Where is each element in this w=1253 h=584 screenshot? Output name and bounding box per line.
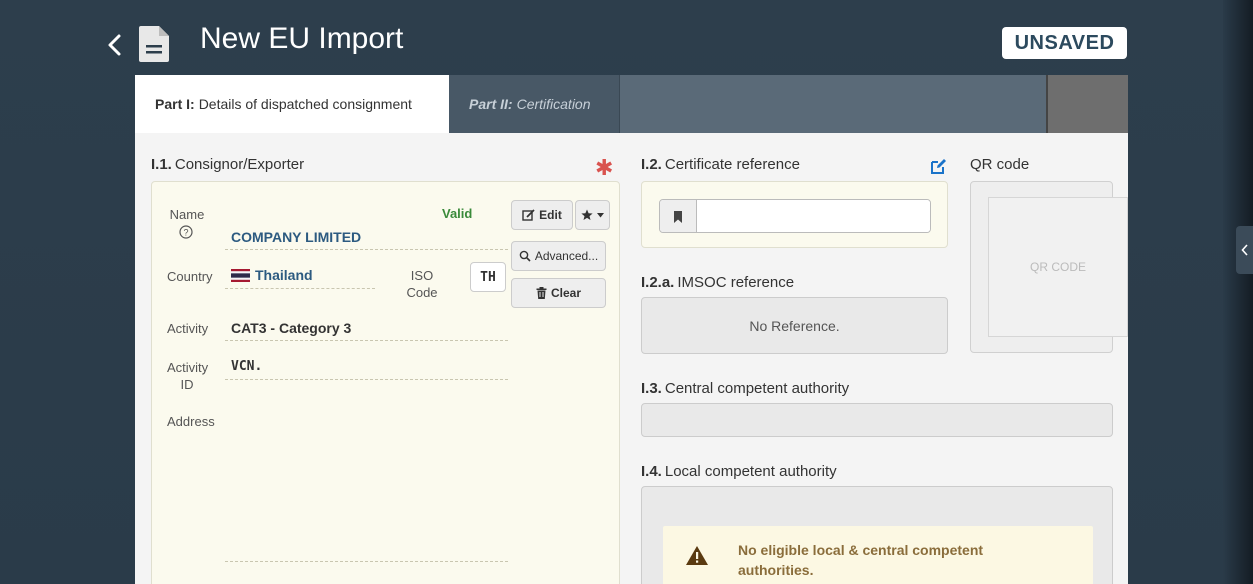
divider (225, 340, 508, 341)
search-icon (519, 250, 531, 262)
imsoc-reference-label: I.2.a. IMSOC reference (641, 274, 795, 291)
warning-message: No eligible local & central competent au… (738, 542, 984, 578)
favorites-dropdown-button[interactable] (575, 200, 610, 230)
edit-reference-icon[interactable] (930, 158, 947, 175)
valid-status: Valid (442, 206, 473, 221)
country-label: Country (167, 269, 213, 284)
tab-empty-slot (1046, 75, 1128, 133)
chevron-left-icon (108, 34, 121, 56)
tab-bar: Part I: Details of dispatched consignmen… (135, 75, 1128, 133)
svg-text:?: ? (183, 228, 188, 238)
qr-code-card: QR CODE (970, 181, 1128, 353)
help-icon[interactable]: ? (179, 225, 193, 239)
certificate-reference-input[interactable] (698, 200, 930, 232)
certificate-reference-input-group (659, 199, 931, 233)
tab-part-1[interactable]: Part I: Details of dispatched consignmen… (135, 75, 449, 133)
qr-code-placeholder: QR CODE (988, 197, 1128, 337)
central-authority-label: I.3. Central competent authority (641, 380, 850, 397)
activity-value: CAT3 - Category 3 (231, 320, 352, 336)
advanced-search-button[interactable]: Advanced... (511, 241, 606, 271)
tab-part-1-label: Details of dispatched consignment (198, 96, 412, 112)
divider (225, 379, 508, 380)
qr-code-label: QR code (970, 156, 1030, 173)
activity-label: Activity (167, 321, 209, 336)
address-label: Address (167, 414, 215, 429)
tab-part-2-prefix: Part II: (469, 96, 513, 112)
tab-part-1-prefix: Part I: (155, 96, 195, 112)
star-icon (581, 209, 593, 220)
edit-button[interactable]: Edit (511, 200, 573, 230)
country-value[interactable]: Thailand (231, 267, 313, 283)
clear-button[interactable]: Clear (511, 278, 606, 308)
form-panel: I.1. Consignor/Exporter ✱ Name ? Valid CO… (135, 133, 1128, 584)
divider (225, 249, 508, 250)
central-authority-field[interactable] (641, 403, 1113, 437)
required-asterisk: ✱ (595, 155, 614, 180)
certificate-reference-card (641, 181, 948, 248)
country-name: Thailand (255, 267, 313, 283)
side-panel-toggle[interactable] (1236, 226, 1253, 274)
trash-icon (536, 287, 547, 299)
local-authority-label: I.4. Local competent authority (641, 463, 837, 480)
edit-icon (522, 208, 535, 221)
warning-icon (686, 546, 708, 565)
iso-code-label: ISO Code (406, 268, 438, 300)
consignor-card: Name ? Valid COMPANY LIMITED Country Tha… (151, 181, 620, 584)
tab-divider (619, 75, 620, 133)
document-icon (137, 24, 171, 64)
name-label: Name (169, 207, 205, 222)
status-badge: UNSAVED (1002, 27, 1127, 59)
divider (225, 288, 375, 289)
back-button[interactable] (104, 32, 126, 58)
page-title: New EU Import (200, 22, 404, 55)
consignor-name-value: COMPANY LIMITED (231, 229, 362, 245)
thailand-flag-icon (231, 268, 250, 282)
bookmark-icon (660, 200, 697, 232)
activity-id-label: Activity ID (167, 360, 209, 392)
certificate-reference-label: I.2. Certificate reference (641, 156, 800, 173)
imsoc-reference-value: No Reference. (641, 297, 948, 354)
divider (225, 561, 508, 562)
iso-code-value: TH (470, 262, 506, 292)
app-window: New EU Import UNSAVED Part I: Details of… (0, 0, 1253, 584)
window-edge-shadow (1223, 0, 1253, 584)
consignor-section-label: I.1. Consignor/Exporter (151, 156, 305, 173)
tab-part-2-label: Certification (516, 96, 591, 112)
chevron-left-icon (1240, 244, 1248, 256)
warning-alert: No eligible local & central competent au… (663, 526, 1093, 584)
caret-down-icon (597, 212, 604, 217)
local-authority-card: No eligible local & central competent au… (641, 486, 1113, 584)
activity-id-value: VCN. (231, 359, 263, 374)
tab-part-2[interactable]: Part II: Certification (449, 75, 619, 133)
